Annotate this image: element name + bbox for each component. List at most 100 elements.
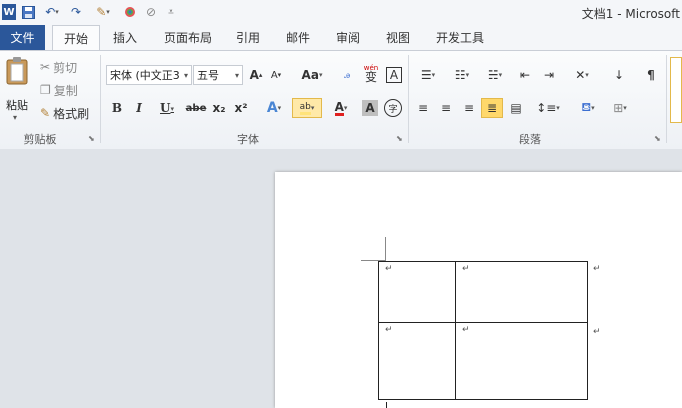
cell-end-mark: ↵ bbox=[385, 264, 393, 274]
underline-button[interactable]: U ▾ bbox=[154, 98, 180, 118]
table-cell[interactable]: ↵ bbox=[455, 261, 588, 323]
table-row: ↵ ↵ bbox=[378, 322, 588, 400]
chinese-layout-button[interactable]: ✕ ▾ bbox=[568, 65, 596, 85]
font-color-button[interactable]: A ▾ bbox=[328, 98, 354, 118]
dialog-launcher-icon[interactable]: ⬊ bbox=[88, 134, 95, 143]
enclose-characters-button[interactable]: 字 bbox=[384, 99, 402, 117]
redo-icon[interactable]: ↷ bbox=[68, 4, 84, 20]
undo-icon[interactable]: ↶ ▾ bbox=[40, 4, 64, 20]
tab-developer[interactable]: 开发工具 bbox=[430, 25, 490, 50]
shading-button[interactable]: ⛾ ▾ bbox=[574, 98, 602, 118]
clipboard-icon bbox=[6, 57, 28, 85]
table-cell[interactable]: ↵ bbox=[455, 322, 588, 400]
tab-page-layout[interactable]: 页面布局 bbox=[158, 25, 218, 50]
clear-icon[interactable]: ⊘ bbox=[142, 4, 160, 20]
format-painter-icon[interactable]: ✎ ▾ bbox=[90, 4, 116, 20]
change-case-button[interactable]: Aa ▾ bbox=[298, 65, 326, 85]
tab-review[interactable]: 审阅 bbox=[330, 25, 366, 50]
cell-end-mark: ↵ bbox=[462, 325, 470, 335]
dialog-launcher-icon[interactable]: ⬊ bbox=[654, 134, 661, 143]
table-cell[interactable]: ↵ bbox=[378, 261, 456, 323]
character-border-button[interactable]: A bbox=[386, 67, 402, 83]
change-case-icon: Aa bbox=[301, 68, 319, 82]
clear-formatting-icon: ꭿ bbox=[343, 69, 351, 81]
shrink-font-button[interactable]: A ▾ bbox=[268, 65, 284, 85]
group-divider bbox=[100, 55, 101, 143]
text-cursor bbox=[386, 402, 387, 408]
align-right-icon: ≡ bbox=[463, 101, 475, 115]
align-center-button[interactable]: ≡ bbox=[437, 98, 455, 118]
bullets-button[interactable]: ☰ ▾ bbox=[414, 65, 442, 85]
strikethrough-button[interactable]: abe bbox=[186, 98, 207, 118]
align-left-button[interactable]: ≡ bbox=[414, 98, 432, 118]
group-divider bbox=[408, 55, 409, 143]
ribbon-tabs: 文件 开始 插入 页面布局 引用 邮件 审阅 视图 开发工具 bbox=[0, 25, 682, 51]
decrease-indent-icon: ⇤ bbox=[519, 68, 531, 82]
italic-button[interactable]: I bbox=[132, 98, 146, 118]
row-end-mark: ↵ bbox=[593, 264, 601, 274]
group-divider bbox=[666, 55, 667, 143]
table-row: ↵ ↵ bbox=[378, 261, 588, 323]
tab-file[interactable]: 文件 bbox=[0, 25, 45, 50]
scissors-icon: ✂ bbox=[40, 60, 51, 74]
word-logo-icon[interactable]: W bbox=[2, 4, 16, 20]
tab-references[interactable]: 引用 bbox=[230, 25, 266, 50]
styles-gallery-item[interactable] bbox=[670, 57, 682, 123]
copy-button[interactable]: ❐ 复制 bbox=[40, 80, 86, 100]
format-painter-button[interactable]: ✎ 格式刷 bbox=[40, 103, 96, 123]
customize-qat-icon[interactable]: ⩡ bbox=[166, 4, 176, 20]
distributed-button[interactable]: ▤ bbox=[507, 98, 525, 118]
color-icon[interactable] bbox=[122, 4, 138, 20]
font-size-select[interactable]: 五号 ▾ bbox=[193, 65, 243, 85]
window-title: 文档1 - Microsoft bbox=[581, 7, 680, 21]
bold-button[interactable]: B bbox=[110, 98, 124, 118]
justify-button[interactable]: ≣ bbox=[481, 98, 503, 118]
paint-bucket-icon: ⛾ bbox=[581, 100, 592, 114]
enclose-characters-icon: 字 bbox=[388, 104, 398, 115]
font-group-label: 字体 bbox=[237, 133, 259, 146]
align-center-icon: ≡ bbox=[440, 101, 452, 115]
decrease-indent-button[interactable]: ⇤ bbox=[515, 65, 535, 85]
text-effect-button[interactable]: A ▾ bbox=[262, 98, 286, 118]
highlighter-icon: ab bbox=[299, 102, 311, 115]
document-table[interactable]: ↵ ↵ ↵ ↵ bbox=[378, 261, 588, 400]
subscript-button[interactable]: x₂ bbox=[210, 98, 228, 118]
clear-formatting-button[interactable]: ꭿ bbox=[338, 65, 356, 85]
align-right-button[interactable]: ≡ bbox=[460, 98, 478, 118]
superscript-button[interactable]: x² bbox=[232, 98, 250, 118]
paste-button[interactable]: 粘贴 ▾ bbox=[3, 57, 31, 123]
chevron-down-icon: ▾ bbox=[234, 70, 239, 80]
dialog-launcher-icon[interactable]: ⬊ bbox=[396, 134, 403, 143]
show-marks-button[interactable]: ¶ bbox=[642, 65, 660, 85]
highlight-button[interactable]: ab ▾ bbox=[292, 98, 322, 118]
copy-label: 复制 bbox=[53, 83, 78, 98]
character-shading-button[interactable]: A bbox=[362, 100, 378, 116]
phonetic-guide-button[interactable]: wén 变 bbox=[360, 63, 382, 83]
chevron-down-icon: ▾ bbox=[183, 70, 188, 80]
cut-button[interactable]: ✂ 剪切 bbox=[40, 57, 86, 77]
sort-button[interactable]: ↓ bbox=[608, 65, 630, 85]
title-bar: W ↶ ▾ ↷ ✎ ▾ ⊘ ⩡ 文档1 - Microsoft bbox=[0, 0, 682, 26]
table-cell[interactable]: ↵ bbox=[378, 322, 456, 400]
numbering-button[interactable]: ☷ ▾ bbox=[448, 65, 476, 85]
ribbon: 粘贴 ▾ ✂ 剪切 ❐ 复制 ✎ 格式刷 剪贴板 ⬊ 宋体 (中文正3 ▾ 五号 ▾ A ▴… bbox=[0, 50, 682, 150]
grow-font-button[interactable]: A ▴ bbox=[248, 65, 264, 85]
bullets-icon: ☰ bbox=[420, 68, 432, 82]
paragraph-group-label: 段落 bbox=[519, 133, 541, 146]
superscript-icon: x² bbox=[234, 101, 248, 115]
line-spacing-button[interactable]: ↕≡ ▾ bbox=[534, 98, 562, 118]
multilevel-list-button[interactable]: ☵ ▾ bbox=[481, 65, 509, 85]
tab-view[interactable]: 视图 bbox=[380, 25, 416, 50]
bold-icon: B bbox=[111, 101, 123, 115]
borders-icon: ⊞ bbox=[613, 101, 624, 115]
font-color-icon: A bbox=[334, 99, 344, 116]
line-spacing-icon: ↕≡ bbox=[536, 101, 557, 115]
increase-indent-button[interactable]: ⇥ bbox=[539, 65, 559, 85]
tab-mailings[interactable]: 邮件 bbox=[280, 25, 316, 50]
tab-home[interactable]: 开始 bbox=[52, 25, 100, 51]
character-border-icon: A bbox=[389, 68, 399, 82]
borders-button[interactable]: ⊞ ▾ bbox=[606, 98, 634, 118]
save-icon[interactable] bbox=[20, 4, 36, 20]
tab-insert[interactable]: 插入 bbox=[106, 25, 144, 50]
font-name-select[interactable]: 宋体 (中文正3 ▾ bbox=[106, 65, 192, 85]
